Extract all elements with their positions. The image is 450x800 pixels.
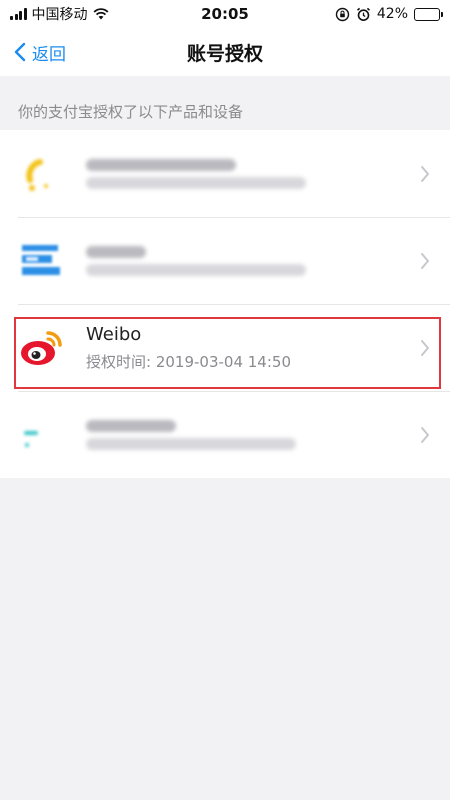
list-item[interactable] [0, 130, 450, 217]
signal-icon [10, 8, 27, 20]
battery-percent: 42% [376, 6, 408, 22]
authorized-apps-list: Weibo 授权时间: 2019-03-04 14:50 [0, 130, 450, 478]
wifi-icon [93, 8, 108, 20]
item-texts [86, 158, 306, 189]
chevron-right-icon [421, 252, 429, 269]
status-right: 42% [280, 6, 443, 22]
chevron-right-icon [421, 339, 429, 356]
item-texts [86, 245, 306, 276]
app-icon [18, 237, 66, 285]
chevron-right-icon [421, 426, 429, 443]
page-title: 账号授权 [186, 42, 263, 65]
app-icon [18, 150, 66, 198]
orientation-lock-icon [335, 7, 350, 21]
obscured-name [86, 158, 236, 171]
item-texts: Weibo 授权时间: 2019-03-04 14:50 [86, 324, 291, 372]
auth-time: 授权时间: 2019-03-04 14:50 [86, 352, 291, 371]
chevron-right-icon [421, 165, 429, 182]
nav-bar: 返回 账号授权 [0, 28, 450, 76]
back-label: 返回 [32, 44, 66, 65]
app-icon [18, 411, 66, 459]
app-name: Weibo [86, 323, 142, 345]
weibo-logo-icon [18, 324, 66, 372]
carrier-label: 中国移动 [31, 7, 88, 23]
obscured-name [86, 245, 146, 258]
list-item[interactable] [0, 217, 450, 304]
obscured-name [86, 419, 176, 432]
screen: 中国移动 20:05 42% 返回 账号授权 你的支付宝授权了以下产品和设备 W… [0, 0, 450, 800]
status-left: 中国移动 [10, 4, 170, 24]
item-texts [86, 419, 296, 450]
section-header: 你的支付宝授权了以下产品和设备 [18, 102, 244, 121]
list-item[interactable] [0, 391, 450, 478]
obscured-time [86, 437, 296, 450]
battery-icon [414, 7, 443, 21]
status-bar: 中国移动 20:05 42% [0, 0, 450, 28]
chevron-left-icon [14, 42, 26, 62]
status-time: 20:05 [201, 5, 249, 23]
list-item-weibo[interactable]: Weibo 授权时间: 2019-03-04 14:50 [0, 304, 450, 391]
obscured-time [86, 176, 306, 189]
alarm-icon [356, 7, 370, 21]
obscured-time [86, 263, 306, 276]
back-button[interactable]: 返回 [14, 28, 66, 76]
